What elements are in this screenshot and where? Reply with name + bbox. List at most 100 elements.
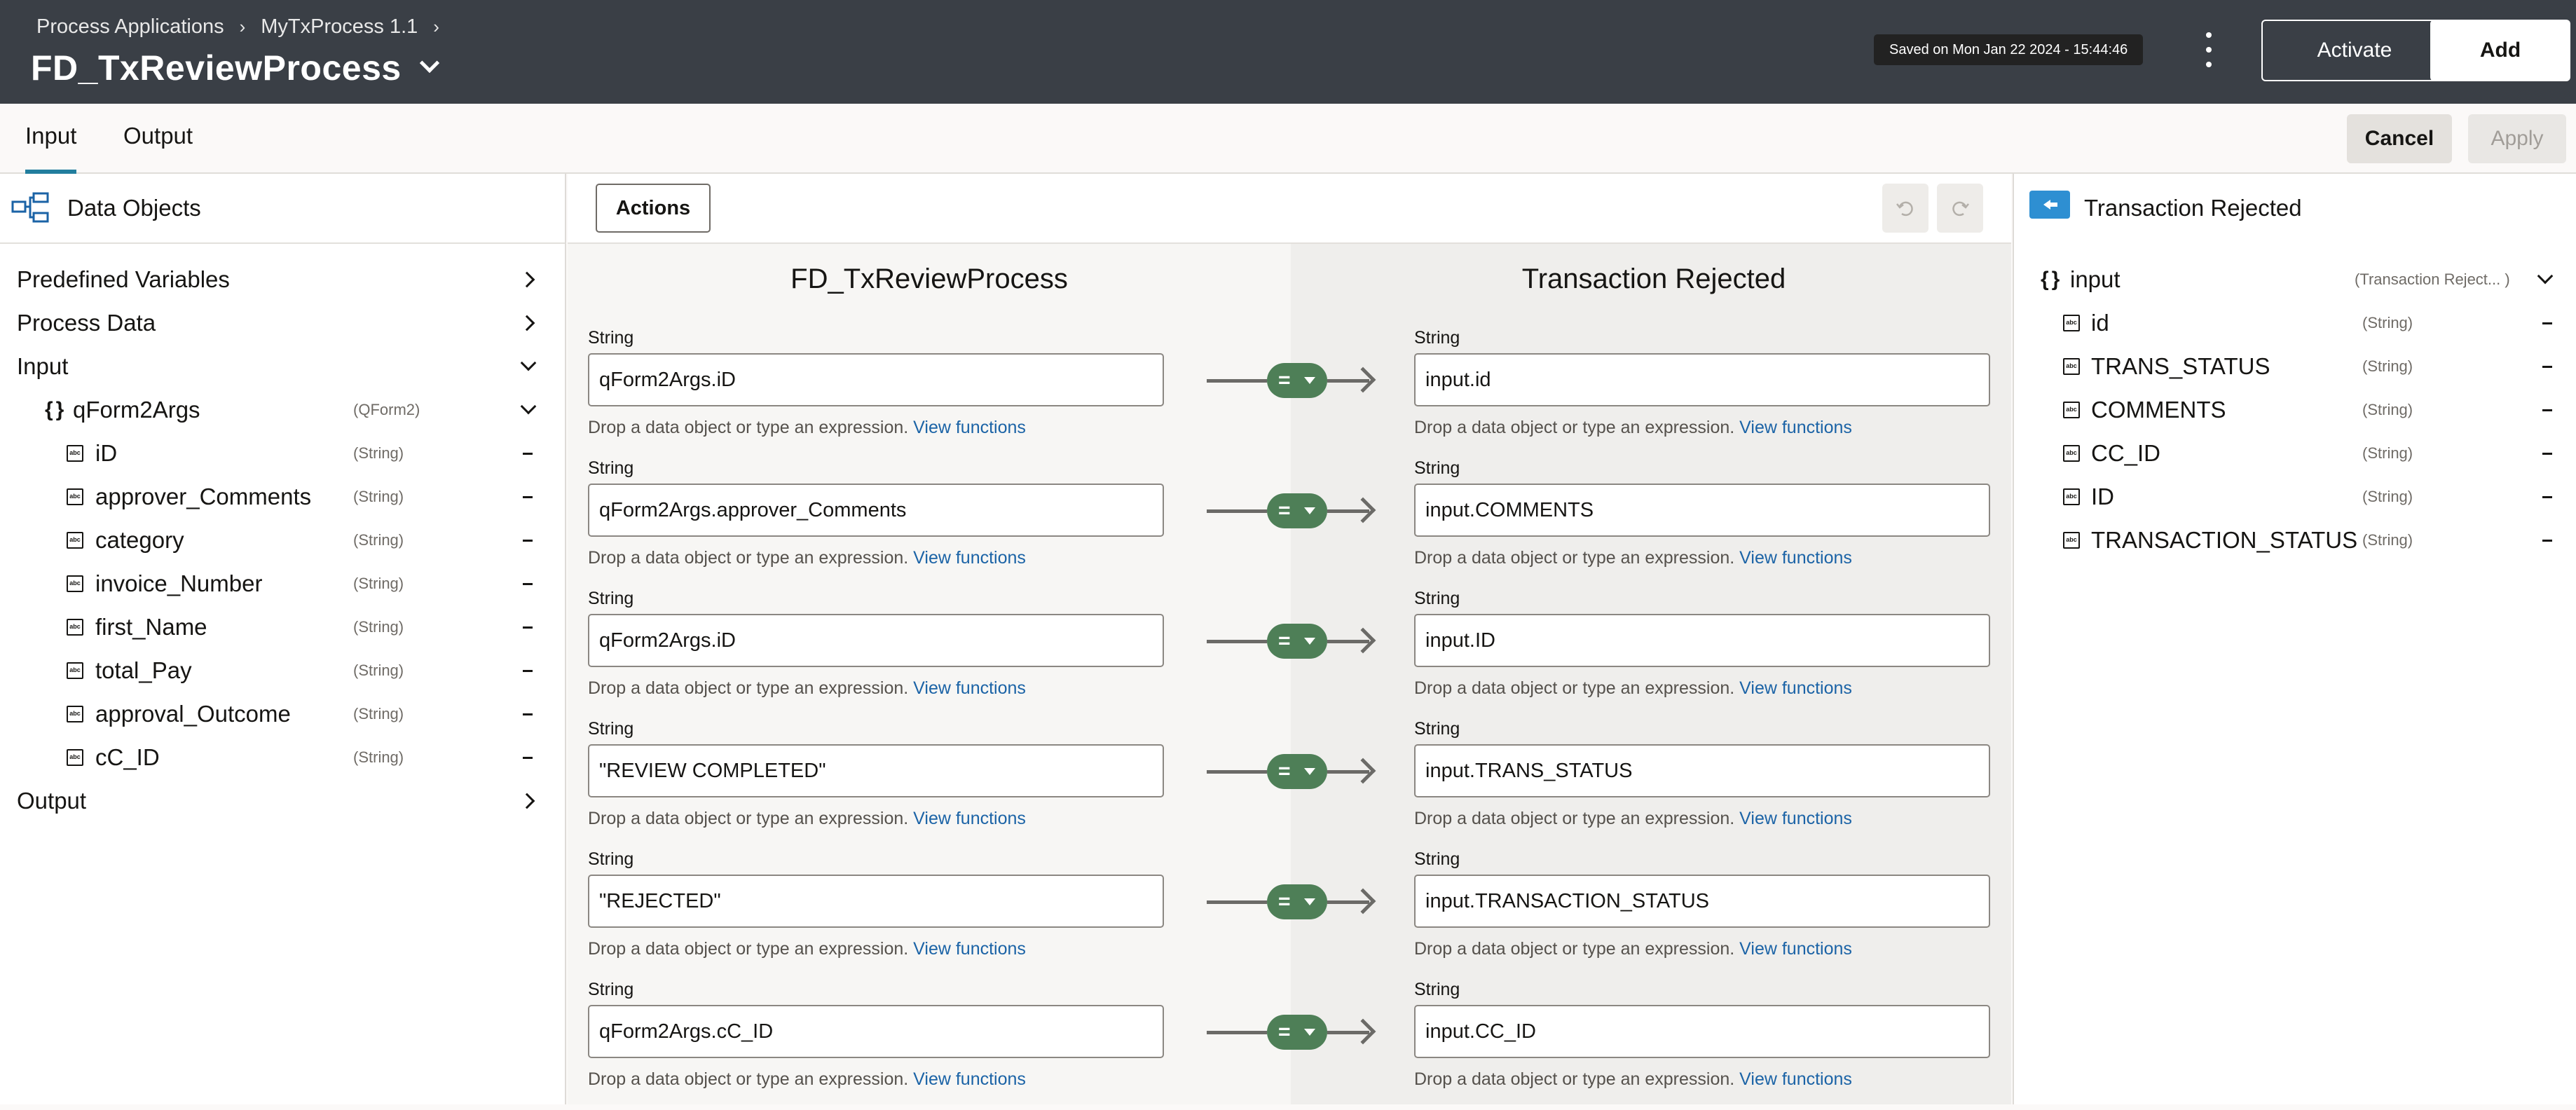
chevron-right-icon[interactable] xyxy=(519,315,535,331)
target-expression-input[interactable]: input.COMMENTS xyxy=(1414,484,1990,537)
tree-item-predefined-variables[interactable]: Predefined Variables xyxy=(0,258,565,301)
view-functions-link[interactable]: View functions xyxy=(913,809,1026,828)
more-options-icon[interactable] xyxy=(2200,32,2217,67)
undo-icon[interactable] xyxy=(1882,184,1928,233)
mapping-connector: = xyxy=(1207,493,1382,528)
target-type-label: String xyxy=(1414,849,1460,869)
source-expression-input[interactable]: qForm2Args.iD xyxy=(588,353,1164,406)
actions-button[interactable]: Actions xyxy=(596,184,711,233)
target-tree-item[interactable]: abc COMMENTS (String) xyxy=(2014,388,2576,432)
target-expression-input[interactable]: input.id xyxy=(1414,353,1990,406)
tree-item-process-data[interactable]: Process Data xyxy=(0,301,565,345)
chevron-down-icon[interactable] xyxy=(520,355,537,371)
view-functions-link[interactable]: View functions xyxy=(913,548,1026,568)
page-title-text: FD_TxReviewProcess xyxy=(31,48,402,88)
operator-dropdown[interactable]: = xyxy=(1267,493,1327,528)
arrow-right-icon xyxy=(1350,627,1376,654)
apply-button[interactable]: Apply xyxy=(2468,114,2566,163)
source-expression-input[interactable]: qForm2Args.cC_ID xyxy=(588,1005,1164,1058)
breadcrumb-process-applications[interactable]: Process Applications xyxy=(36,15,224,39)
tree-item-label: Predefined Variables xyxy=(17,266,230,292)
target-type-label: String xyxy=(1414,328,1460,348)
connector-line xyxy=(1207,640,1267,643)
view-functions-link[interactable]: View functions xyxy=(1739,678,1852,698)
target-tree-item[interactable]: abc TRANS_STATUS (String) xyxy=(2014,345,2576,388)
tree-item-cc-id[interactable]: abc cC_ID (String) xyxy=(0,736,565,779)
target-panel-title: Transaction Rejected xyxy=(2084,195,2302,221)
tab-input[interactable]: Input xyxy=(25,104,77,174)
view-functions-link[interactable]: View functions xyxy=(1739,548,1852,568)
tree-item-category[interactable]: abc category (String) xyxy=(0,519,565,562)
target-expression-input[interactable]: input.TRANS_STATUS xyxy=(1414,744,1990,797)
tree-item-approval-outcome[interactable]: abc approval_Outcome (String) xyxy=(0,692,565,736)
operator-dropdown[interactable]: = xyxy=(1267,363,1327,398)
activate-button[interactable]: Activate xyxy=(2261,20,2448,81)
tree-item-output[interactable]: Output xyxy=(0,779,565,823)
view-functions-link[interactable]: View functions xyxy=(1739,418,1852,437)
target-tree-item[interactable]: abc CC_ID (String) xyxy=(2014,432,2576,475)
source-hint: Drop a data object or type an expression… xyxy=(588,418,1026,438)
target-tree-root[interactable]: {} input (Transaction Reject... ) xyxy=(2014,258,2576,301)
chevron-down-icon[interactable] xyxy=(520,398,537,415)
view-functions-link[interactable]: View functions xyxy=(1739,1069,1852,1089)
view-functions-link[interactable]: View functions xyxy=(913,939,1026,959)
view-functions-link[interactable]: View functions xyxy=(1739,939,1852,959)
hint-text: Drop a data object or type an expression… xyxy=(1414,418,1735,437)
operator-dropdown[interactable]: = xyxy=(1267,884,1327,919)
caret-down-icon xyxy=(1304,377,1315,384)
view-functions-link[interactable]: View functions xyxy=(913,678,1026,698)
tree-item-invoice-number[interactable]: abc invoice_Number (String) xyxy=(0,562,565,605)
tree-item-input[interactable]: Input xyxy=(0,345,565,388)
tab-output[interactable]: Output xyxy=(123,104,193,174)
chevron-down-icon[interactable] xyxy=(419,53,439,74)
tree-item-type: (String) xyxy=(353,531,404,549)
page-title[interactable]: FD_TxReviewProcess xyxy=(31,48,439,88)
target-expression-input[interactable]: input.ID xyxy=(1414,614,1990,667)
target-tree-item[interactable]: abc ID (String) xyxy=(2014,475,2576,519)
tab-bar: Input Output xyxy=(0,104,2576,174)
operator-dropdown[interactable]: = xyxy=(1267,754,1327,789)
connector-line xyxy=(1207,509,1267,513)
view-functions-link[interactable]: View functions xyxy=(913,1069,1026,1089)
operator-dropdown[interactable]: = xyxy=(1267,1015,1327,1050)
arrow-right-icon xyxy=(1350,366,1376,393)
operator-label: = xyxy=(1278,1020,1291,1043)
tree-item-total-pay[interactable]: abc total_Pay (String) xyxy=(0,649,565,692)
cancel-button[interactable]: Cancel xyxy=(2347,114,2452,163)
tree-item-first-name[interactable]: abc first_Name (String) xyxy=(0,605,565,649)
tree-item-id[interactable]: abc iD (String) xyxy=(0,432,565,475)
view-functions-link[interactable]: View functions xyxy=(913,418,1026,437)
tree-item-qform2args[interactable]: {} qForm2Args (QForm2) xyxy=(0,388,565,432)
target-expression-input[interactable]: input.TRANSACTION_STATUS xyxy=(1414,875,1990,928)
chevron-right-icon: › xyxy=(239,16,246,37)
target-expression-input[interactable]: input.CC_ID xyxy=(1414,1005,1990,1058)
source-expression-input[interactable]: "REJECTED" xyxy=(588,875,1164,928)
source-expression-input[interactable]: "REVIEW COMPLETED" xyxy=(588,744,1164,797)
view-functions-link[interactable]: View functions xyxy=(1739,809,1852,828)
operator-dropdown[interactable]: = xyxy=(1267,624,1327,659)
tree-item-approver-comments[interactable]: abc approver_Comments (String) xyxy=(0,475,565,519)
dash-icon xyxy=(2542,452,2552,455)
tree-item-label: id xyxy=(2091,310,2109,336)
target-tree-item[interactable]: abc TRANSACTION_STATUS (String) xyxy=(2014,519,2576,562)
source-expression-input[interactable]: qForm2Args.approver_Comments xyxy=(588,484,1164,537)
redo-icon[interactable] xyxy=(1937,184,1983,233)
tree-item-label: TRANSACTION_STATUS xyxy=(2091,527,2358,553)
source-type-label: String xyxy=(588,328,634,348)
source-hint: Drop a data object or type an expression… xyxy=(588,678,1026,699)
add-button[interactable]: Add xyxy=(2430,20,2570,81)
tree-item-type: (String) xyxy=(2362,444,2413,462)
target-tree-item[interactable]: abc id (String) xyxy=(2014,301,2576,345)
chevron-right-icon[interactable] xyxy=(519,793,535,809)
breadcrumb-mytxprocess[interactable]: MyTxProcess 1.1 xyxy=(261,15,418,39)
data-objects-tree: Predefined Variables Process Data Input … xyxy=(0,258,565,823)
chevron-right-icon[interactable] xyxy=(519,271,535,288)
source-expression-input[interactable]: qForm2Args.iD xyxy=(588,614,1164,667)
target-column-title: Transaction Rejected xyxy=(1521,263,1786,294)
connector-line xyxy=(1207,770,1267,774)
string-field-icon: abc xyxy=(2063,402,2080,418)
source-hint: Drop a data object or type an expression… xyxy=(588,548,1026,568)
chevron-down-icon[interactable] xyxy=(2537,268,2554,285)
dash-icon xyxy=(2542,322,2552,324)
connector-line xyxy=(1207,1031,1267,1034)
